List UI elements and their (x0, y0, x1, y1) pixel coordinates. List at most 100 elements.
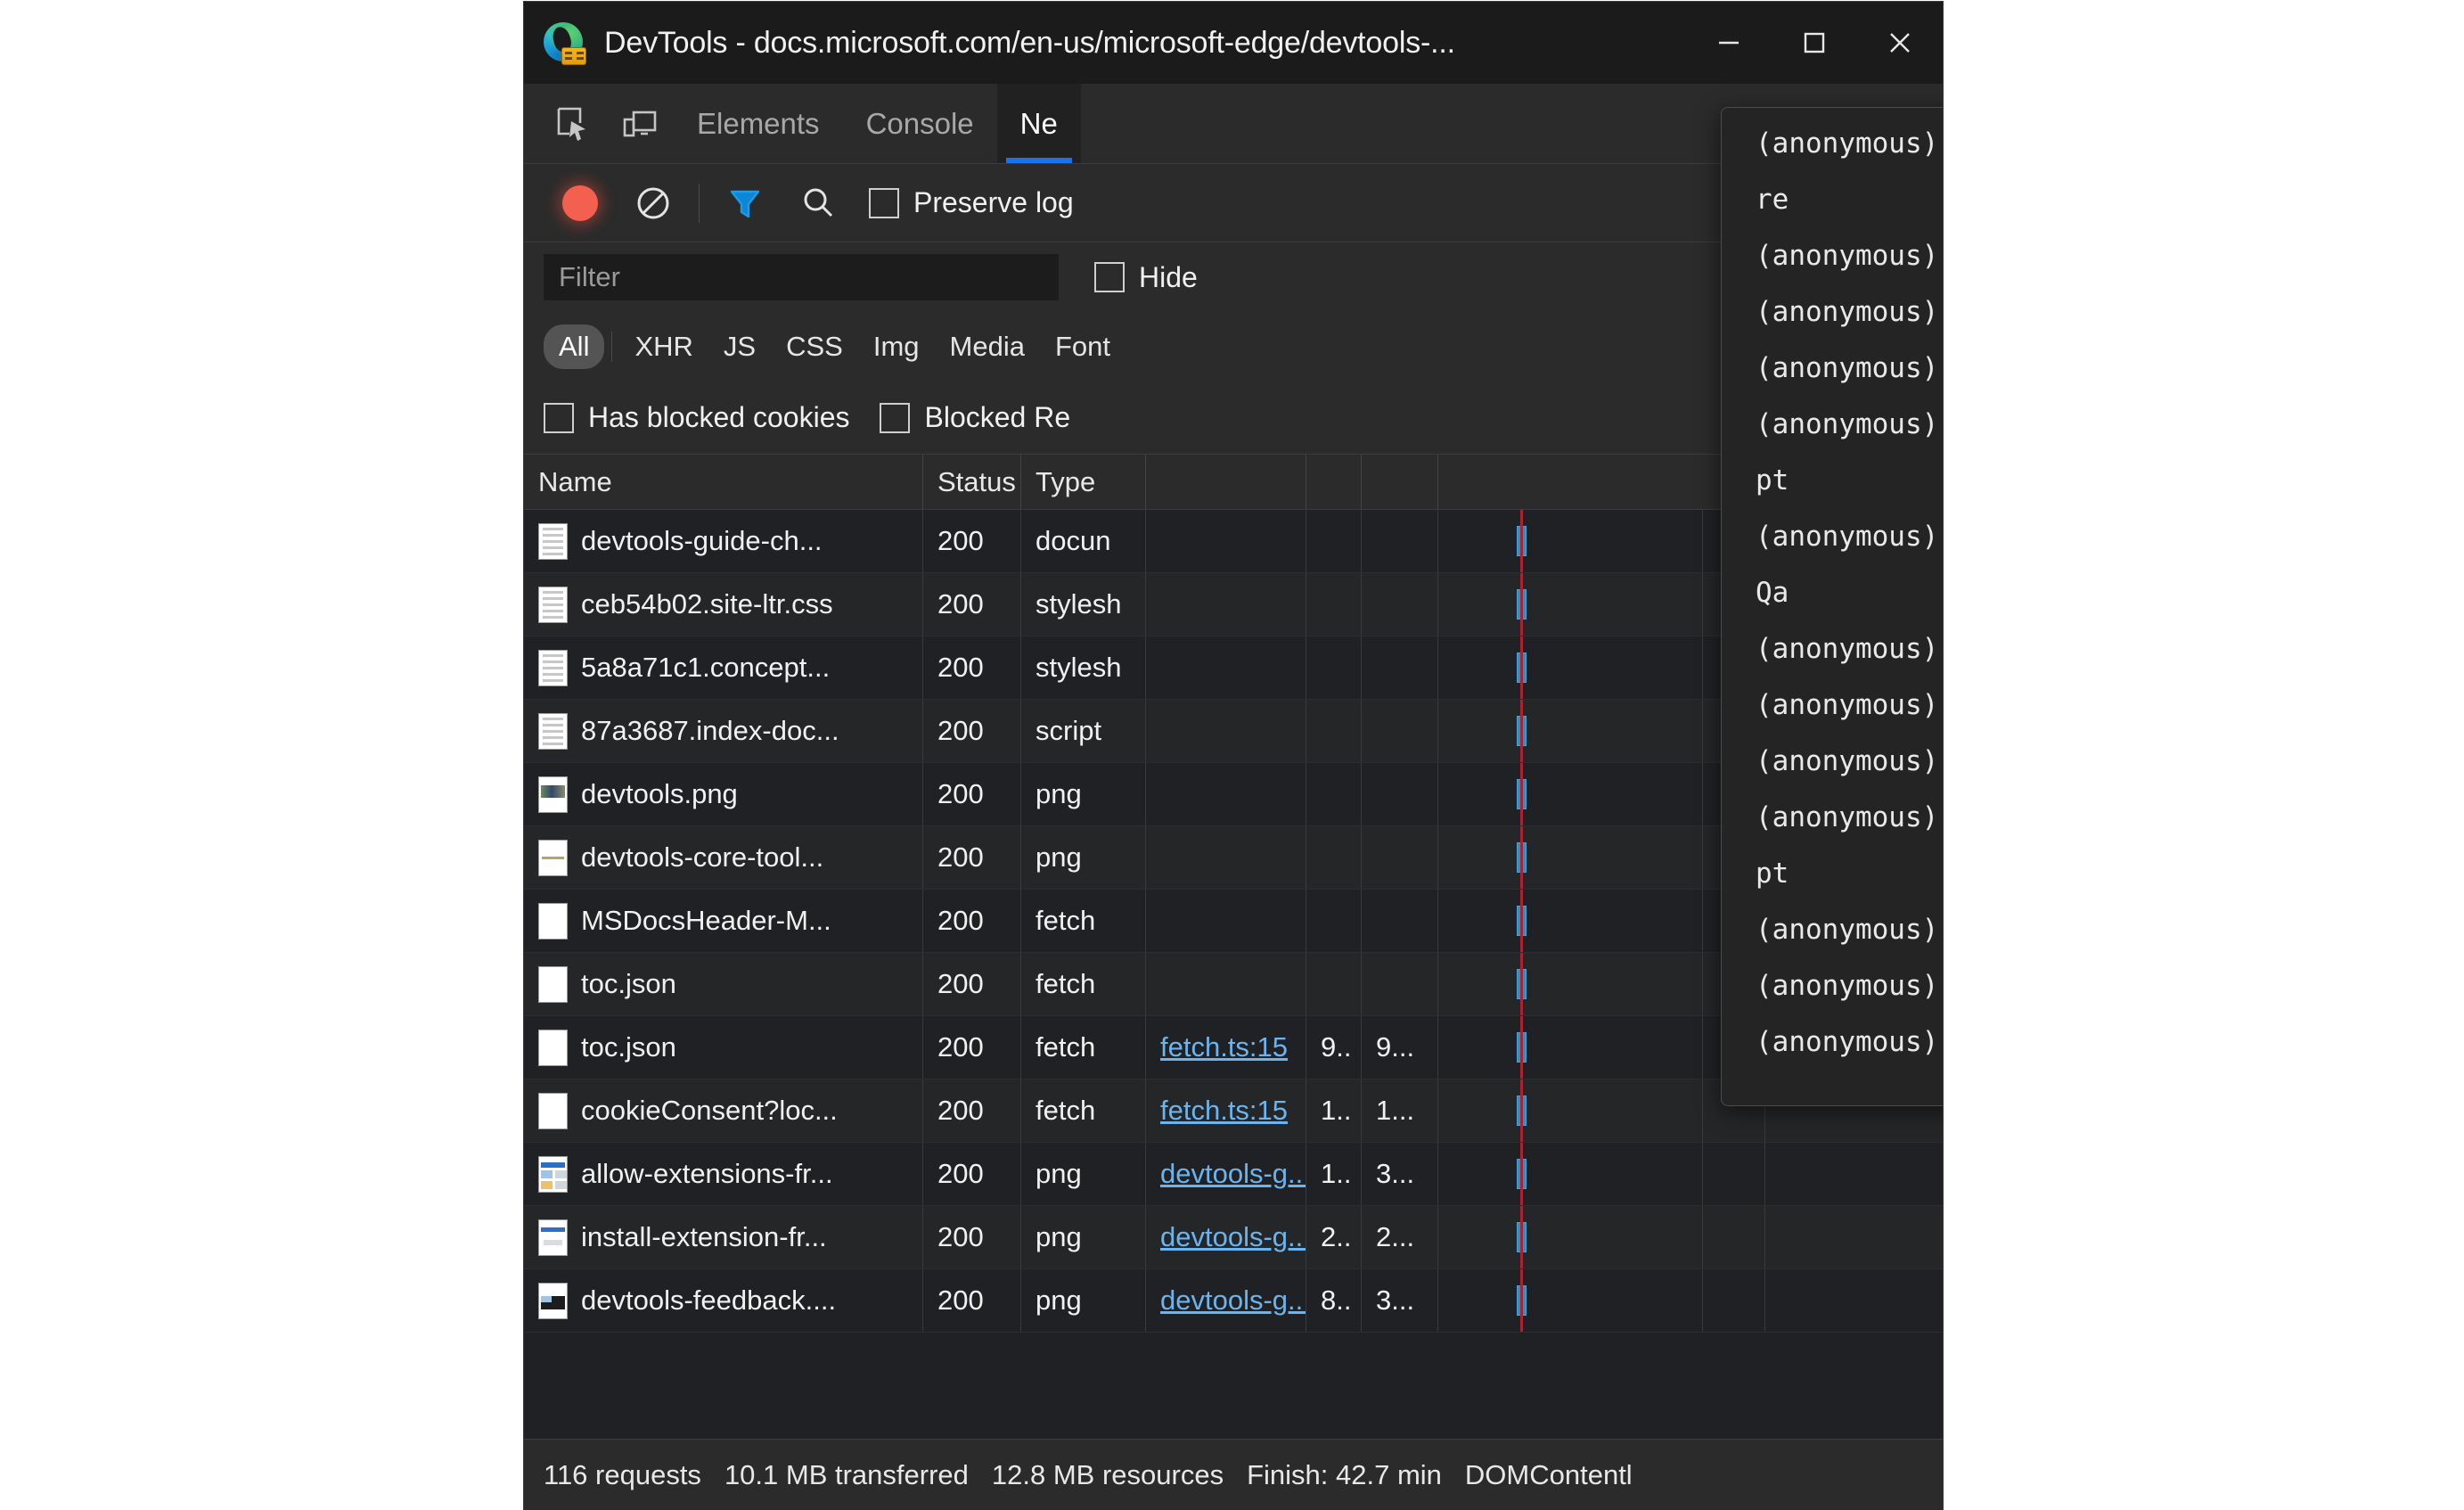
column-header-size[interactable] (1306, 455, 1362, 509)
waterfall-gridline (1702, 1143, 1703, 1205)
type-chip-js[interactable]: JS (708, 324, 771, 369)
cell-status: 200 (923, 510, 1021, 572)
preserve-log-box[interactable] (869, 187, 899, 218)
cell-name[interactable]: install-extension-fr... (524, 1206, 923, 1268)
cell-name[interactable]: devtools-guide-ch... (524, 510, 923, 572)
cell-initiator[interactable]: devtools-g... (1146, 1143, 1306, 1205)
waterfall-gridline (1702, 636, 1703, 699)
type-chip-media[interactable]: Media (935, 324, 1040, 369)
cell-initiator[interactable] (1146, 763, 1306, 825)
blocked-requests-box[interactable] (880, 402, 911, 433)
preserve-log-checkbox[interactable]: Preserve log (869, 186, 1074, 219)
minimize-button[interactable] (1686, 2, 1772, 84)
cell-status: 200 (923, 763, 1021, 825)
cell-time (1362, 953, 1438, 1015)
stack-trace-line: (anonymous)@site-context.ts:177 (1756, 633, 1943, 689)
initiator-link[interactable]: fetch.ts:15 (1160, 1031, 1288, 1063)
cell-initiator[interactable] (1146, 890, 1306, 952)
blank-icon (538, 1092, 568, 1129)
cell-time: 1... (1362, 1079, 1438, 1142)
cell-initiator[interactable]: devtools-g... (1146, 1206, 1306, 1268)
cell-name[interactable]: MSDocsHeader-M... (524, 890, 923, 952)
disable-cache-checkbox[interactable]: Hide (1094, 261, 1198, 294)
waterfall-gridline (1702, 1016, 1703, 1079)
cell-initiator[interactable] (1146, 510, 1306, 572)
cell-initiator[interactable] (1146, 636, 1306, 699)
table-row[interactable]: install-extension-fr... 200 png devtools-g.… (524, 1206, 1943, 1269)
stack-function-name: Qa (1756, 577, 1789, 609)
status-resources: 12.8 MB resources (991, 1458, 1224, 1490)
cell-initiator[interactable] (1146, 826, 1306, 889)
stack-trace-line: (anonymous)@tslib.es6.js:100 (1756, 689, 1943, 745)
maximize-button[interactable] (1772, 2, 1857, 84)
initiator-link[interactable]: devtools-g... (1160, 1284, 1306, 1317)
device-toolbar-icon[interactable] (606, 84, 674, 163)
clear-button[interactable] (617, 164, 690, 242)
cell-name[interactable]: allow-extensions-fr... (524, 1143, 923, 1205)
cell-name[interactable]: toc.json (524, 1016, 923, 1079)
column-header-type[interactable]: Type (1021, 455, 1146, 509)
cell-name[interactable]: 87a3687.index-doc... (524, 700, 923, 762)
cell-initiator[interactable] (1146, 573, 1306, 636)
blank-icon (538, 1029, 568, 1066)
cell-initiator[interactable] (1146, 953, 1306, 1015)
filter-input[interactable]: Filter (544, 254, 1059, 300)
cell-type: script (1021, 700, 1146, 762)
request-name: toc.json (581, 1031, 676, 1063)
cell-name[interactable]: ceb54b02.site-ltr.css (524, 573, 923, 636)
column-header-name[interactable]: Name (524, 455, 923, 509)
has-blocked-cookies-box[interactable] (544, 402, 574, 433)
disable-cache-box[interactable] (1094, 262, 1125, 292)
table-row[interactable]: devtools-feedback.... 200 png devtools-g...… (524, 1269, 1943, 1333)
request-name: 5a8a71c1.concept... (581, 652, 831, 683)
cell-size (1306, 700, 1362, 762)
cell-status: 200 (923, 1269, 1021, 1332)
search-icon[interactable] (782, 164, 855, 242)
status-finish: Finish: 42.7 min (1247, 1458, 1442, 1490)
initiator-link[interactable]: devtools-g... (1160, 1158, 1306, 1190)
waterfall-gridline (1702, 826, 1703, 889)
cell-name[interactable]: devtools.png (524, 763, 923, 825)
status-transferred: 10.1 MB transferred (724, 1458, 969, 1490)
stack-function-name: (anonymous) (1756, 970, 1939, 1002)
edge-devtools-logo-icon (544, 22, 586, 65)
close-button[interactable] (1857, 2, 1943, 84)
cell-name[interactable]: devtools-core-tool... (524, 826, 923, 889)
cell-size: 1.. (1306, 1143, 1362, 1205)
cell-size (1306, 890, 1362, 952)
type-chip-css[interactable]: CSS (771, 324, 858, 369)
type-chip-img[interactable]: Img (858, 324, 935, 369)
cell-initiator[interactable]: fetch.ts:15 (1146, 1016, 1306, 1079)
table-row[interactable]: allow-extensions-fr... 200 png devtools-g..… (524, 1143, 1943, 1206)
stack-trace-line: (anonymous)@fetch.ts:15 (1756, 127, 1943, 184)
record-button[interactable] (544, 164, 617, 242)
filter-toggle-icon[interactable] (708, 164, 782, 242)
inspect-element-icon[interactable] (538, 84, 606, 163)
dcl-marker (1520, 1269, 1523, 1332)
tab-console[interactable]: Console (843, 84, 997, 163)
request-name: devtools-core-tool... (581, 841, 824, 873)
initiator-link[interactable]: devtools-g... (1160, 1221, 1306, 1253)
column-header-status[interactable]: Status (923, 455, 1021, 509)
tab-elements[interactable]: Elements (674, 84, 843, 163)
cell-size (1306, 573, 1362, 636)
cell-initiator[interactable]: fetch.ts:15 (1146, 1079, 1306, 1142)
blocked-requests-checkbox[interactable]: Blocked Re (880, 401, 1070, 434)
cell-size (1306, 636, 1362, 699)
has-blocked-cookies-checkbox[interactable]: Has blocked cookies (544, 401, 849, 434)
cell-name[interactable]: toc.json (524, 953, 923, 1015)
cell-name[interactable]: cookieConsent?loc... (524, 1079, 923, 1142)
initiator-link[interactable]: fetch.ts:15 (1160, 1095, 1288, 1127)
cell-name[interactable]: 5a8a71c1.concept... (524, 636, 923, 699)
column-header-initiator[interactable] (1146, 455, 1306, 509)
dcl-marker (1520, 700, 1523, 762)
type-chip-all[interactable]: All (544, 324, 605, 369)
cell-initiator[interactable] (1146, 700, 1306, 762)
has-blocked-cookies-label: Has blocked cookies (588, 401, 850, 433)
type-chip-font[interactable]: Font (1040, 324, 1126, 369)
cell-name[interactable]: devtools-feedback.... (524, 1269, 923, 1332)
tab-network[interactable]: Ne (996, 84, 1081, 163)
column-header-time[interactable] (1362, 455, 1438, 509)
cell-initiator[interactable]: devtools-g... (1146, 1269, 1306, 1332)
type-chip-xhr[interactable]: XHR (619, 324, 708, 369)
